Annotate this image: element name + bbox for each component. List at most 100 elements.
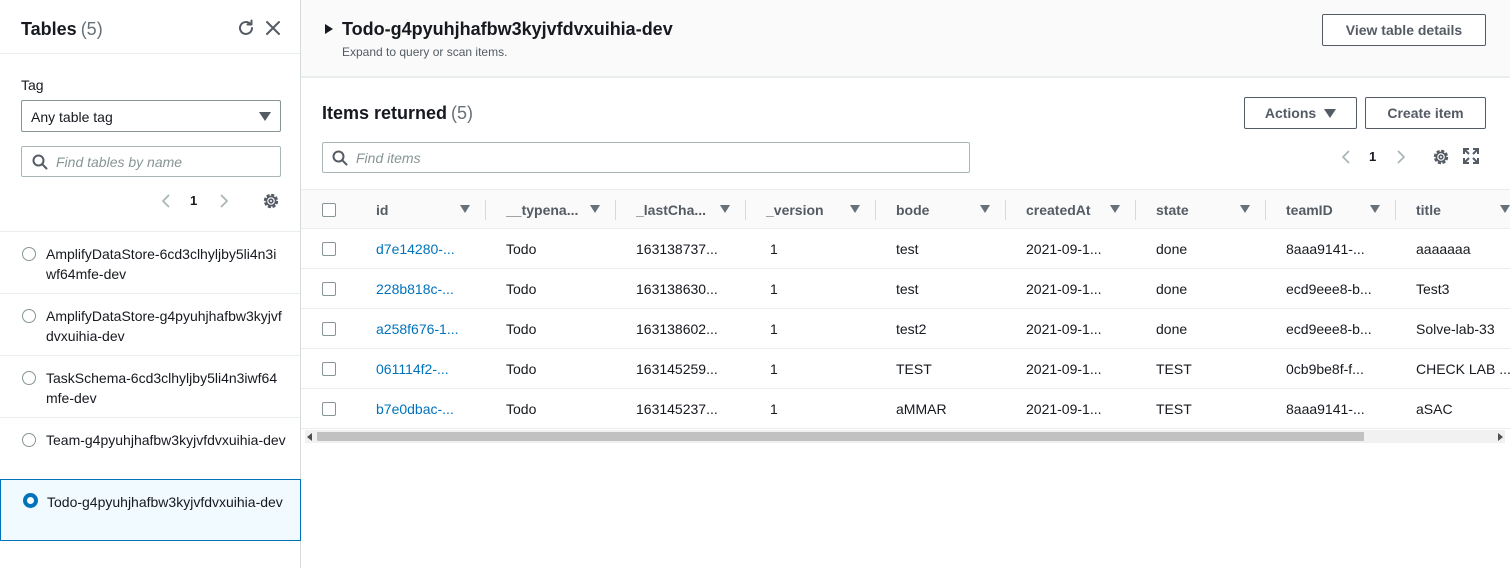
table-radio[interactable] <box>22 309 36 323</box>
cell-teamid: 8aaa9141-... <box>1286 401 1365 417</box>
sort-triangle-icon[interactable] <box>1110 205 1120 213</box>
sort-triangle-icon[interactable] <box>980 205 990 213</box>
table-list-item[interactable]: AmplifyDataStore-6cd3clhyljby5li4n3iwf64… <box>0 231 300 293</box>
fullscreen-icon[interactable] <box>1462 147 1480 165</box>
column-header-state[interactable]: state <box>1156 190 1236 230</box>
column-resizer[interactable] <box>1265 200 1266 220</box>
table-radio[interactable] <box>22 247 36 261</box>
column-header-bode[interactable]: bode <box>896 190 976 230</box>
table-header-band: Todo-g4pyuhjhafbw3kyjvfdvxuihia-dev Expa… <box>301 0 1510 78</box>
table-list-item[interactable]: TaskSchema-6cd3clhyljby5li4n3iwf64mfe-de… <box>0 355 300 417</box>
column-header-typename[interactable]: __typena... <box>506 190 586 230</box>
column-resizer[interactable] <box>1005 200 1006 220</box>
row-checkbox[interactable] <box>322 362 336 376</box>
column-header-teamid[interactable]: teamID <box>1286 190 1366 230</box>
cell-state: done <box>1156 281 1188 297</box>
items-returned-title: Items returned (5) <box>322 103 473 124</box>
cell-version: 1 <box>770 241 778 257</box>
caret-down-icon <box>259 112 271 121</box>
column-header-createdat[interactable]: createdAt <box>1026 190 1106 230</box>
cell-lastchanged: 163138630... <box>636 281 718 297</box>
row-checkbox[interactable] <box>322 282 336 296</box>
sort-triangle-icon[interactable] <box>850 205 860 213</box>
chevron-right-icon[interactable] <box>216 193 232 209</box>
table-list-item[interactable]: AmplifyDataStore-g4pyuhjhafbw3kyjvfdvxui… <box>0 293 300 355</box>
table-row[interactable]: b7e0dbac-... Todo 163145237... 1 aMMAR 2… <box>301 389 1510 429</box>
table-row[interactable]: d7e14280-... Todo 163138737... 1 test 20… <box>301 229 1510 269</box>
item-id-link[interactable]: a258f676-1... <box>376 309 471 349</box>
cell-teamid: ecd9eee8-b... <box>1286 321 1372 337</box>
row-checkbox[interactable] <box>322 242 336 256</box>
sort-triangle-icon[interactable] <box>1500 205 1510 213</box>
table-title[interactable]: Todo-g4pyuhjhafbw3kyjvfdvxuihia-dev <box>342 19 673 40</box>
cell-version: 1 <box>770 281 778 297</box>
column-resizer[interactable] <box>485 200 486 220</box>
cell-lastchanged: 163138602... <box>636 321 718 337</box>
cell-lastchanged: 163138737... <box>636 241 718 257</box>
item-id-link[interactable]: 061114f2-... <box>376 349 471 389</box>
chevron-left-icon[interactable] <box>158 193 174 209</box>
chevron-right-icon[interactable] <box>1393 149 1409 165</box>
table-name: Todo-g4pyuhjhafbw3kyjvfdvxuihia-dev <box>47 494 283 510</box>
table-radio[interactable] <box>22 433 36 447</box>
table-radio[interactable] <box>22 371 36 385</box>
items-table: id __typena... _lastCha... _version bode… <box>301 189 1510 429</box>
column-header-title[interactable]: title <box>1416 190 1496 230</box>
table-radio-selected[interactable] <box>23 493 38 508</box>
table-search-input[interactable]: Find tables by name <box>21 146 281 177</box>
table-name: TaskSchema-6cd3clhyljby5li4n3iwf64mfe-de… <box>46 370 278 406</box>
sort-triangle-icon[interactable] <box>590 205 600 213</box>
cell-createdat: 2021-09-1... <box>1026 321 1102 337</box>
table-list-item[interactable]: Team-g4pyuhjhafbw3kyjvfdvxuihia-dev <box>0 417 300 479</box>
column-header-version[interactable]: _version <box>766 190 846 230</box>
items-search-input[interactable]: Find items <box>322 142 970 173</box>
column-resizer[interactable] <box>875 200 876 220</box>
sort-triangle-icon[interactable] <box>460 205 470 213</box>
row-checkbox[interactable] <box>322 322 336 336</box>
sort-triangle-icon[interactable] <box>1370 205 1380 213</box>
scroll-right-arrow-icon[interactable] <box>1498 433 1503 441</box>
item-id-link[interactable]: 228b818c-... <box>376 269 471 309</box>
select-all-checkbox[interactable] <box>322 203 336 217</box>
table-row[interactable]: a258f676-1... Todo 163138602... 1 test2 … <box>301 309 1510 349</box>
row-checkbox[interactable] <box>322 402 336 416</box>
column-header-id[interactable]: id <box>376 190 446 230</box>
expand-triangle-icon[interactable] <box>325 24 333 34</box>
column-resizer[interactable] <box>745 200 746 220</box>
table-name: AmplifyDataStore-6cd3clhyljby5li4n3iwf64… <box>46 246 277 282</box>
column-header-lastchanged[interactable]: _lastCha... <box>636 190 716 230</box>
cell-lastchanged: 163145237... <box>636 401 718 417</box>
tag-select[interactable]: Any table tag <box>21 100 281 132</box>
table-row[interactable]: 061114f2-... Todo 163145259... 1 TEST 20… <box>301 349 1510 389</box>
close-icon[interactable] <box>263 18 283 38</box>
horizontal-scrollbar[interactable] <box>305 430 1505 443</box>
actions-button[interactable]: Actions <box>1244 97 1357 129</box>
cell-version: 1 <box>770 361 778 377</box>
item-id-link[interactable]: b7e0dbac-... <box>376 389 471 429</box>
scrollbar-thumb[interactable] <box>317 432 1364 441</box>
sidebar-table-count: (5) <box>80 19 103 39</box>
refresh-icon[interactable] <box>236 18 256 38</box>
view-table-details-button[interactable]: View table details <box>1322 14 1486 46</box>
sort-triangle-icon[interactable] <box>720 205 730 213</box>
cell-bode: test2 <box>896 321 927 337</box>
item-id-link[interactable]: d7e14280-... <box>376 229 471 269</box>
column-resizer[interactable] <box>1395 200 1396 220</box>
table-list-item-selected[interactable]: Todo-g4pyuhjhafbw3kyjvfdvxuihia-dev <box>0 479 301 541</box>
gear-icon[interactable] <box>261 191 281 211</box>
cell-title: CHECK LAB ... <box>1416 361 1510 377</box>
cell-createdat: 2021-09-1... <box>1026 401 1102 417</box>
items-page-number[interactable]: 1 <box>1369 149 1376 164</box>
chevron-left-icon[interactable] <box>1338 149 1354 165</box>
gear-icon[interactable] <box>1431 147 1451 167</box>
create-item-button[interactable]: Create item <box>1365 97 1486 129</box>
column-resizer[interactable] <box>615 200 616 220</box>
scroll-left-arrow-icon[interactable] <box>307 433 312 441</box>
cell-bode: TEST <box>896 361 932 377</box>
search-icon <box>332 150 348 166</box>
search-icon <box>32 154 48 170</box>
table-row[interactable]: 228b818c-... Todo 163138630... 1 test 20… <box>301 269 1510 309</box>
sort-triangle-icon[interactable] <box>1240 205 1250 213</box>
column-resizer[interactable] <box>1135 200 1136 220</box>
sidebar-page-number[interactable]: 1 <box>190 193 197 208</box>
